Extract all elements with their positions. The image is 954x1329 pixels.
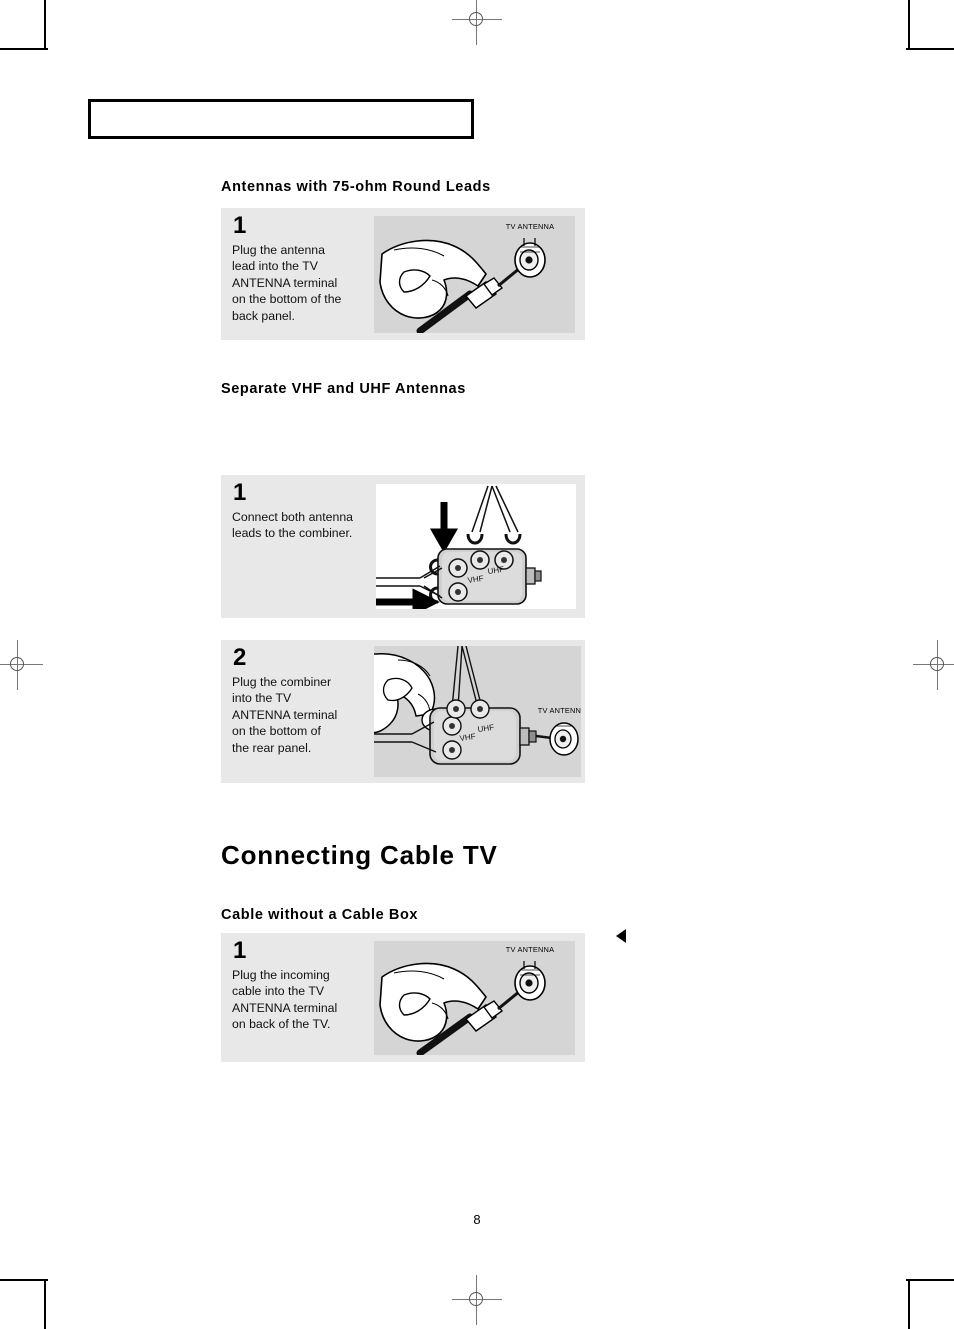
- crop-mark-bottom-right-vertical: [908, 1281, 910, 1329]
- step-panel-vhf-uhf-1: 1 Connect both antenna leads to the comb…: [221, 475, 585, 618]
- step-number: 1: [233, 212, 247, 239]
- step-instruction-text: Connect both antenna leads to the combin…: [232, 510, 354, 541]
- registration-mark-right-center: [913, 640, 954, 690]
- illustration-combiner-into-tv: VHF UHF TV ANTENNA: [374, 646, 581, 777]
- subheading-cable-without-box: Cable without a Cable Box: [221, 907, 419, 923]
- crop-mark-bottom-left-vertical: [44, 1281, 46, 1329]
- art-label-tv-antenna: TV ANTENNA: [506, 945, 554, 954]
- section-pointer-triangle-icon: [616, 929, 626, 943]
- registration-mark-top-center: [452, 0, 502, 45]
- registration-mark-bottom-center: [452, 1275, 502, 1325]
- crop-mark-bottom-left-horizontal: [0, 1279, 48, 1281]
- crop-mark-top-right-horizontal: [906, 48, 954, 50]
- crop-mark-top-left-vertical: [44, 0, 46, 48]
- illustration-hand-plugging-antenna: TV ANTENNA: [374, 216, 575, 333]
- art-label-tv-antenna: TV ANTENNA: [538, 706, 581, 715]
- registration-mark-left-center: [0, 640, 43, 690]
- step-panel-cable-1: 1 Plug the incoming cable into the TV AN…: [221, 933, 585, 1062]
- crop-mark-bottom-right-horizontal: [906, 1279, 954, 1281]
- heading-antennas-round-leads: Antennas with 75-ohm Round Leads: [221, 179, 491, 195]
- manual-page: Antennas with 75-ohm Round Leads 1 Plug …: [0, 0, 954, 1329]
- crop-mark-top-left-horizontal: [0, 48, 48, 50]
- heading-connecting-cable-tv: Connecting Cable TV: [221, 840, 498, 870]
- step-panel-vhf-uhf-2: 2 Plug the combiner into the TV ANTENNA …: [221, 640, 585, 783]
- header-title-box: [88, 99, 474, 139]
- step-instruction-text: Plug the combiner into the TV ANTENNA te…: [232, 675, 338, 755]
- illustration-combiner-connections: VHF UHF: [376, 484, 576, 609]
- step-panel-antenna-1: 1 Plug the antenna lead into the TV ANTE…: [221, 208, 585, 340]
- page-number: 8: [473, 1212, 481, 1227]
- step-number: 1: [233, 937, 247, 964]
- crop-mark-top-right-vertical: [908, 0, 910, 48]
- art-label-tv-antenna: TV ANTENNA: [506, 222, 554, 231]
- step-instruction-text: Plug the incoming cable into the TV ANTE…: [232, 968, 338, 1032]
- step-number: 1: [233, 479, 247, 506]
- heading-separate-vhf-uhf: Separate VHF and UHF Antennas: [221, 381, 466, 397]
- step-number: 2: [233, 644, 247, 671]
- step-instruction-text: Plug the antenna lead into the TV ANTENN…: [232, 243, 342, 323]
- illustration-hand-plugging-cable: TV ANTENNA: [374, 941, 575, 1055]
